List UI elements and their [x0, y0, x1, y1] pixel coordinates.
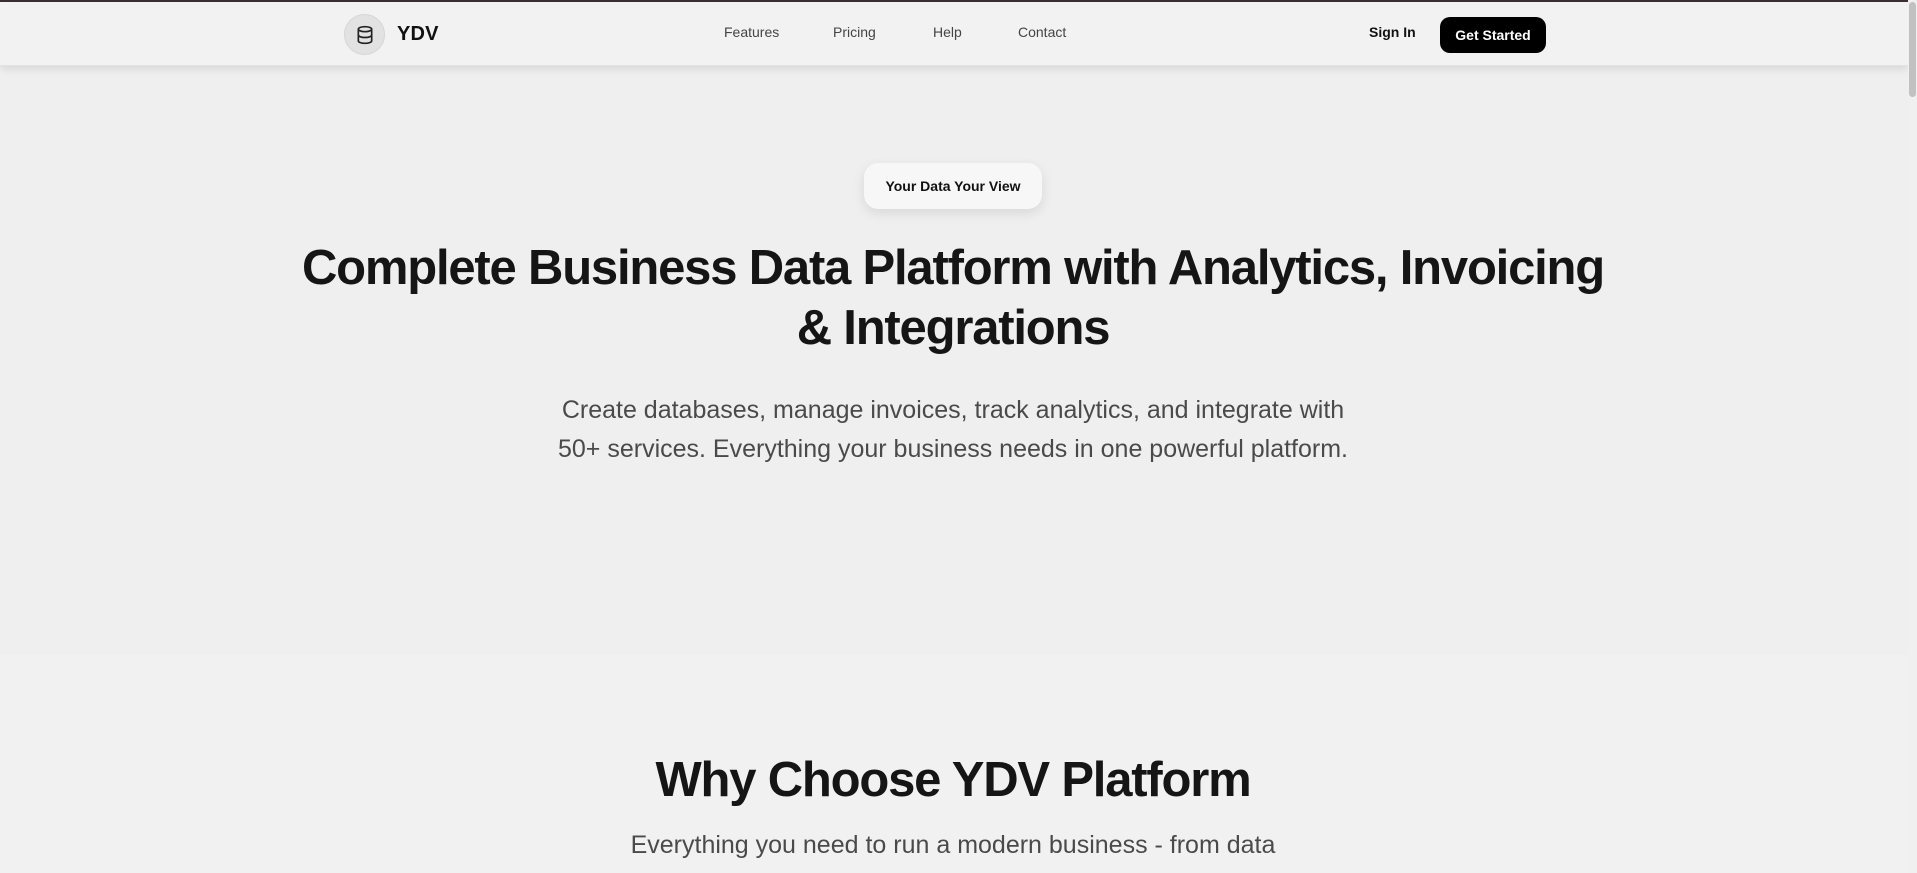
scrollbar-thumb[interactable]: [1909, 2, 1916, 97]
page-scrollbar[interactable]: [1908, 0, 1917, 873]
get-started-button[interactable]: Get Started: [1440, 17, 1546, 53]
hero-title: Complete Business Data Platform with Ana…: [301, 241, 1605, 355]
hero-subtitle: Create databases, manage invoices, track…: [557, 396, 1348, 463]
why-section-title: Why Choose YDV Platform: [655, 753, 1252, 807]
nav-link-help[interactable]: Help: [933, 24, 962, 40]
nav-link-pricing[interactable]: Pricing: [833, 24, 876, 40]
brand-logo-link[interactable]: YDV: [344, 14, 439, 55]
why-section-subtitle: Everything you need to run a modern busi…: [630, 831, 1276, 859]
logo-badge: [344, 14, 385, 55]
database-icon: [357, 25, 372, 44]
nav-link-contact[interactable]: Contact: [1018, 24, 1066, 40]
nav-link-features[interactable]: Features: [724, 24, 779, 40]
top-navbar: YDV Features Pricing Help Contact Sign I…: [0, 2, 1908, 66]
brand-name: YDV: [397, 23, 439, 45]
hero-badge: Your Data Your View: [864, 163, 1042, 209]
sign-in-link[interactable]: Sign In: [1369, 24, 1416, 40]
